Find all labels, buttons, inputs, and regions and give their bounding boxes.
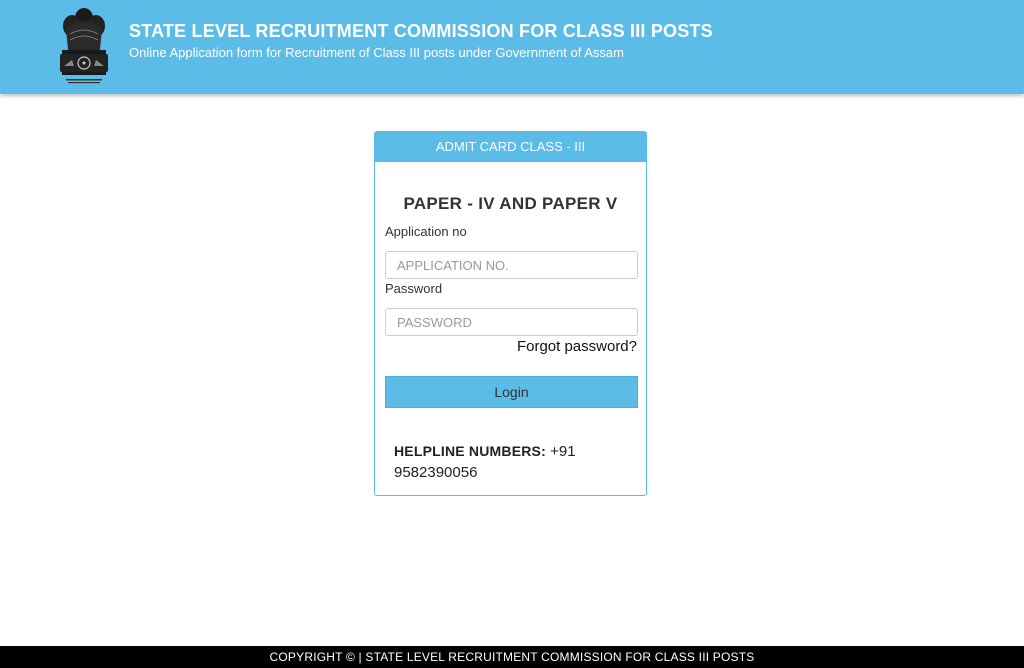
application-no-input[interactable]	[385, 251, 638, 279]
national-emblem-icon	[60, 8, 108, 84]
header-title: STATE LEVEL RECRUITMENT COMMISSION FOR C…	[129, 21, 713, 41]
card-header: ADMIT CARD CLASS - III	[375, 132, 646, 162]
helpline: HELPLINE NUMBERS: +91 9582390056	[394, 441, 624, 483]
header-subtitle: Online Application form for Recruitment …	[129, 45, 624, 60]
login-card: ADMIT CARD CLASS - III PAPER - IV AND PA…	[374, 131, 647, 496]
footer-copyright: COPYRIGHT © | STATE LEVEL RECRUITMENT CO…	[0, 646, 1024, 668]
helpline-label: HELPLINE NUMBERS:	[394, 443, 546, 459]
site-header: STATE LEVEL RECRUITMENT COMMISSION FOR C…	[0, 0, 1024, 94]
login-button[interactable]: Login	[385, 376, 638, 408]
application-no-label: Application no	[385, 224, 467, 239]
paper-title: PAPER - IV AND PAPER V	[403, 194, 618, 213]
forgot-password-link[interactable]: Forgot password?	[517, 338, 637, 355]
password-label: Password	[385, 281, 443, 296]
password-input[interactable]	[385, 308, 638, 336]
